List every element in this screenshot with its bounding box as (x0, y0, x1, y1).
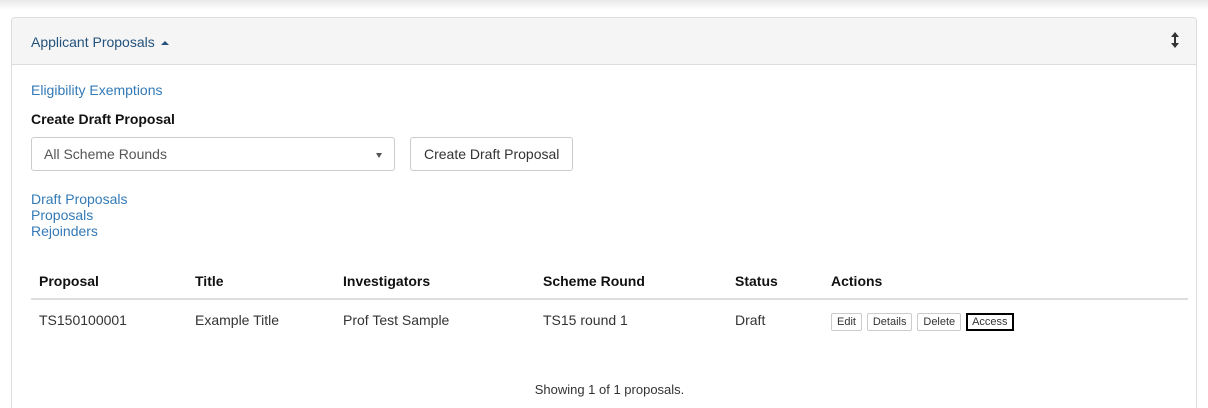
cell-proposal: TS150100001 (39, 312, 127, 328)
cell-actions: Edit Details Delete Access (823, 299, 1188, 341)
panel-title-toggle[interactable]: Applicant Proposals (31, 34, 169, 50)
proposal-nav-links: Draft Proposals Proposals Rejoinders (31, 191, 127, 239)
chevron-down-icon (376, 153, 382, 158)
caret-up-icon (160, 41, 169, 45)
table-row: TS150100001 Example Title Prof Test Samp… (31, 299, 1188, 341)
cell-status: Draft (735, 312, 766, 328)
scheme-round-select-value: All Scheme Rounds (44, 146, 167, 162)
proposals-link[interactable]: Proposals (31, 207, 127, 223)
panel-heading[interactable]: Applicant Proposals (12, 18, 1196, 65)
cell-investigators: Prof Test Sample (343, 312, 450, 328)
header-proposal: Proposal (31, 263, 187, 300)
top-shadow (0, 0, 1208, 10)
delete-button[interactable]: Delete (917, 313, 962, 331)
header-scheme-round: Scheme Round (535, 263, 727, 300)
table-header-row: Proposal Title Investigators Scheme Roun… (31, 263, 1188, 300)
scheme-round-select[interactable]: All Scheme Rounds (31, 137, 395, 171)
page: Applicant Proposals Eligibility Exemptio… (0, 0, 1208, 408)
proposals-table: Proposal Title Investigators Scheme Roun… (31, 263, 1188, 341)
create-draft-proposal-button[interactable]: Create Draft Proposal (410, 137, 574, 171)
vertical-resize-icon[interactable] (1170, 32, 1180, 48)
details-button[interactable]: Details (866, 313, 913, 331)
cell-title: Example Title (195, 312, 280, 328)
proposals-count-summary: Showing 1 of 1 proposals. (534, 382, 685, 397)
header-title: Title (187, 263, 335, 300)
header-investigators: Investigators (335, 263, 535, 300)
access-button[interactable]: Access (966, 313, 1014, 331)
applicant-proposals-panel: Applicant Proposals Eligibility Exemptio… (11, 17, 1197, 408)
cell-scheme-round: TS15 round 1 (543, 312, 628, 328)
rejoinders-link[interactable]: Rejoinders (31, 223, 127, 239)
header-actions: Actions (823, 263, 1188, 300)
create-draft-proposal-label: Create Draft Proposal (31, 111, 175, 127)
draft-proposals-link[interactable]: Draft Proposals (31, 191, 127, 207)
edit-button[interactable]: Edit (831, 313, 862, 331)
header-status: Status (727, 263, 823, 300)
panel-title: Applicant Proposals (31, 34, 155, 50)
eligibility-exemptions-link[interactable]: Eligibility Exemptions (31, 82, 163, 98)
